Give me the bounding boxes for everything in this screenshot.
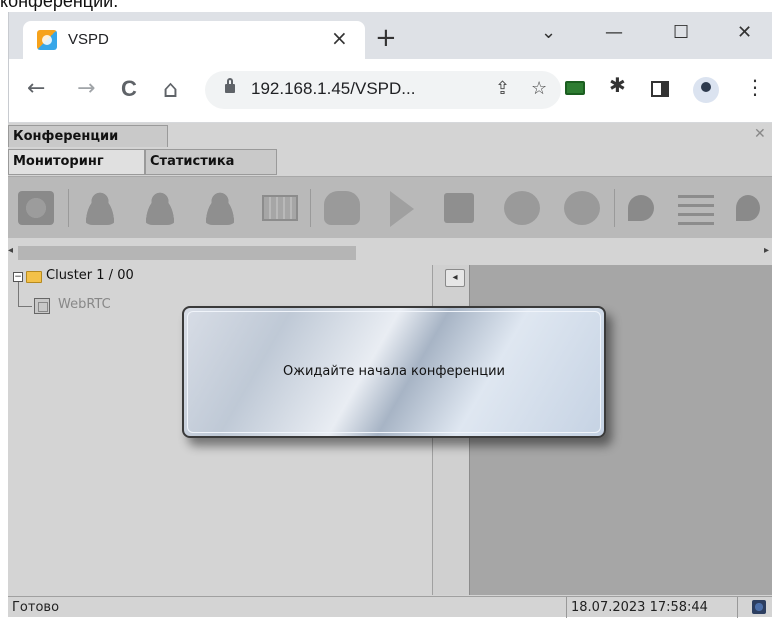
browser-toolbar: ← → C ⌂ 192.168.1.45/VSPD... ⇪ ☆ ✱ ⋮ (9, 59, 772, 123)
page-cut-text: конференции. (0, 0, 119, 11)
presentation-icon[interactable] (504, 191, 540, 225)
scroll-left-icon[interactable]: ◂ (8, 245, 13, 256)
toolbar-separator (68, 189, 69, 227)
reload-button[interactable]: C (121, 77, 137, 101)
participant-settings-icon[interactable] (202, 191, 238, 225)
tab-monitoring[interactable]: Мониторинг (8, 149, 145, 175)
new-tab-button[interactable]: + (375, 24, 397, 52)
waiting-dialog: Ожидайте начала конференции (182, 306, 606, 438)
chat-bubble-icon[interactable] (564, 191, 600, 225)
remove-participant-icon[interactable] (142, 191, 178, 225)
pin-icon[interactable] (628, 195, 654, 221)
address-bar[interactable]: 192.168.1.45/VSPD... ⇪ ☆ (205, 71, 561, 109)
maximize-button[interactable]: ☐ (673, 22, 689, 43)
scroll-right-icon[interactable]: ▸ (764, 245, 769, 256)
back-button[interactable]: ← (27, 77, 45, 101)
app-close-icon[interactable]: ✕ (754, 126, 766, 142)
tab-title: VSPD (68, 31, 109, 48)
calendar-icon[interactable] (262, 195, 298, 221)
stop-icon[interactable] (444, 193, 474, 223)
vspd-app: Конференции ✕ Мониторинг Статистика ◂ ▸ … (8, 123, 772, 618)
tab-conferences[interactable]: Конференции (8, 125, 168, 147)
toolbar-separator (310, 189, 311, 227)
dialog-message: Ожидайте начала конференции (283, 364, 505, 379)
app-toolbar (8, 176, 772, 238)
minimize-button[interactable]: — (605, 22, 623, 43)
tab-statistics[interactable]: Статистика (145, 149, 277, 175)
toolbar-separator (614, 189, 615, 227)
tree-node-checkbox[interactable] (34, 298, 50, 314)
folder-icon (26, 271, 42, 283)
status-datetime: 18.07.2023 17:58:44 (566, 597, 738, 618)
tab-search-icon[interactable]: ⌄ (541, 22, 556, 43)
share-icon[interactable]: ⇪ (495, 78, 510, 99)
tree-collapse-icon[interactable]: − (13, 272, 23, 282)
status-text: Готово (12, 600, 60, 615)
collapse-pane-button[interactable]: ◂ (445, 269, 465, 287)
horizontal-scrollbar[interactable]: ◂ ▸ (8, 241, 772, 260)
tree-node-cluster[interactable]: Cluster 1 / 00 (46, 268, 134, 283)
extensions-puzzle-icon[interactable]: ✱ (609, 73, 629, 97)
bookmark-star-icon[interactable]: ☆ (531, 78, 547, 99)
forward-button[interactable]: → (77, 77, 95, 101)
monitor-extension-icon[interactable] (565, 81, 585, 95)
url-text[interactable]: 192.168.1.45/VSPD... (251, 79, 415, 99)
tree-line (18, 282, 19, 306)
browser-tab[interactable]: VSPD × (23, 21, 365, 59)
status-bar: Готово 18.07.2023 17:58:44 (8, 596, 772, 618)
edit-icon[interactable] (736, 195, 760, 221)
list-sort-icon[interactable] (678, 191, 714, 225)
browser-window: VSPD × + ⌄ — ☐ ✕ ← → C ⌂ 192.168.1.45/VS… (8, 12, 772, 123)
refresh-icon[interactable] (18, 191, 54, 225)
side-panel-icon[interactable] (651, 81, 669, 97)
window-close-button[interactable]: ✕ (737, 22, 752, 43)
vspd-favicon-icon (37, 30, 57, 50)
tab-close-icon[interactable]: × (331, 26, 348, 50)
browser-menu-icon[interactable]: ⋮ (745, 75, 765, 99)
network-status-icon (752, 600, 766, 614)
home-button[interactable]: ⌂ (163, 77, 178, 101)
play-icon[interactable] (390, 191, 414, 227)
add-participant-icon[interactable] (82, 191, 118, 225)
phone-icon[interactable] (324, 191, 360, 225)
tree-node-webrtc[interactable]: WebRTC (58, 297, 111, 312)
profile-avatar[interactable] (693, 77, 719, 103)
tree-line (18, 306, 32, 307)
scroll-thumb[interactable] (18, 246, 356, 260)
lock-icon[interactable] (225, 78, 235, 93)
